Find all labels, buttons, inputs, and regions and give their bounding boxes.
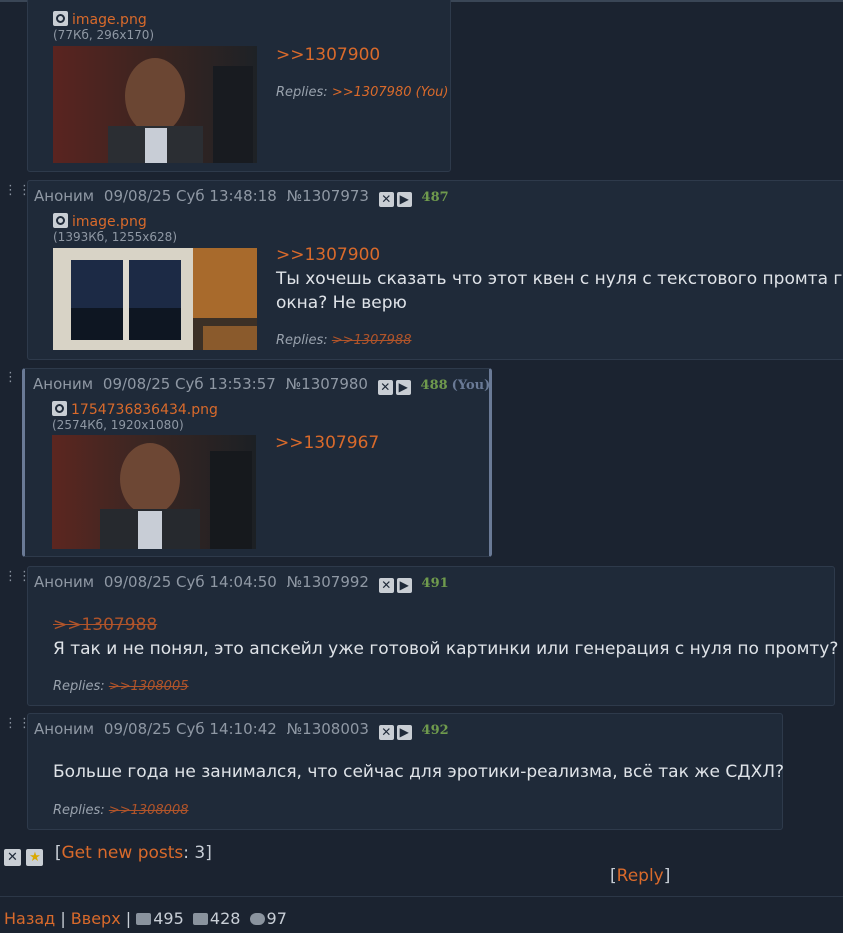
- posts-count: 495: [153, 909, 184, 928]
- post-replies: Replies: >>1308005: [53, 679, 189, 694]
- hide-icon[interactable]: ✕: [378, 725, 394, 740]
- post-header: Аноним 09/08/25 Суб 14:04:50 №1307992 ✕ ▶…: [34, 573, 449, 593]
- post-1307980: Аноним 09/08/25 Суб 13:53:57 №1307980 ✕ ▶…: [22, 368, 492, 557]
- images-count: 428: [209, 909, 241, 928]
- magnify-icon[interactable]: [52, 401, 67, 416]
- hide-icon[interactable]: ✕: [377, 380, 393, 395]
- hide-icon[interactable]: ✕: [378, 192, 394, 207]
- post-replies: Replies: >>1307988: [276, 333, 412, 348]
- post-replies: Replies: >>1307980 (You): [276, 85, 449, 100]
- reply-action: [Reply]: [610, 866, 671, 886]
- post-1307992: Аноним 09/08/25 Суб 14:04:50 №1307992 ✕ ▶…: [27, 566, 839, 706]
- posts-icon: [136, 913, 152, 925]
- magnify-icon[interactable]: [53, 11, 68, 26]
- author-name: Аноним: [34, 187, 95, 205]
- you-tag: (You): [451, 378, 491, 393]
- post-replies: Replies: >>1308008: [53, 803, 189, 818]
- thumbnail-image[interactable]: [52, 435, 256, 549]
- close-thread-icon[interactable]: ✕: [4, 849, 21, 866]
- post-file: image.png (1393Кб, 1255x628): [53, 213, 177, 244]
- post-quote-link[interactable]: >>1307900: [276, 43, 380, 67]
- post-count: 487: [421, 190, 449, 205]
- footer-divider: [0, 896, 843, 897]
- post-text: Ты хочешь сказать что этот квен с нуля с…: [276, 269, 843, 313]
- thumbnail-image[interactable]: [53, 248, 257, 350]
- post-number[interactable]: №1308003: [287, 720, 369, 738]
- play-icon[interactable]: ▶: [396, 578, 412, 593]
- images-icon: [192, 913, 208, 925]
- post-quote-link[interactable]: >>1307967: [275, 431, 379, 455]
- thread-actions: ✕ ★ [Get new posts: 3]: [4, 843, 212, 866]
- post-number[interactable]: №1307980: [286, 375, 368, 393]
- thumbnail-image[interactable]: [53, 46, 257, 163]
- footer-nav: Назад | Вверх | 495 428 97: [4, 909, 287, 928]
- hide-icon[interactable]: ✕: [378, 578, 394, 593]
- posters-count: 97: [266, 909, 287, 928]
- file-link[interactable]: image.png: [72, 214, 147, 230]
- up-link[interactable]: Вверх: [71, 909, 121, 928]
- reply-link[interactable]: >>1308005: [109, 679, 189, 694]
- post-count: 492: [421, 723, 449, 738]
- post-quote-link[interactable]: >>1307900: [276, 243, 380, 267]
- play-icon[interactable]: ▶: [395, 380, 411, 395]
- post-file: image.png (77Кб, 296x170): [53, 11, 154, 42]
- author-name: Аноним: [33, 375, 94, 393]
- file-link[interactable]: 1754736836434.png: [71, 402, 218, 418]
- file-info: (1393Кб, 1255x628): [53, 230, 177, 244]
- reply-link[interactable]: >>1307980 (You): [332, 85, 449, 100]
- posters-icon: [249, 913, 265, 925]
- file-info: (77Кб, 296x170): [53, 28, 155, 42]
- author-name: Аноним: [34, 573, 95, 591]
- favorite-star-icon[interactable]: ★: [26, 849, 44, 866]
- post-1307967: image.png (77Кб, 296x170) >>1307900 Repl…: [27, 0, 451, 172]
- get-new-posts-link[interactable]: Get new posts: [61, 843, 183, 863]
- magnify-icon[interactable]: [53, 213, 68, 228]
- post-1308003: Аноним 09/08/25 Суб 14:10:42 №1308003 ✕ ▶…: [27, 713, 785, 830]
- post-date: 09/08/25 Суб 13:48:18: [103, 187, 277, 205]
- new-posts-count: : 3: [183, 843, 206, 863]
- file-link[interactable]: image.png: [72, 12, 147, 28]
- post-header: Аноним 09/08/25 Суб 13:53:57 №1307980 ✕ ▶…: [33, 375, 490, 395]
- play-icon[interactable]: ▶: [396, 192, 412, 207]
- post-text: Я так и не понял, это апскейл уже готово…: [53, 639, 839, 659]
- post-1307973: Аноним 09/08/25 Суб 13:48:18 №1307973 ✕ ▶…: [27, 180, 843, 360]
- post-date: 09/08/25 Суб 13:53:57: [102, 375, 276, 393]
- post-header: Аноним 09/08/25 Суб 14:10:42 №1308003 ✕ ▶…: [34, 720, 449, 740]
- post-quote-link[interactable]: >>1307988: [53, 613, 157, 637]
- post-count: 491: [421, 576, 449, 591]
- post-number[interactable]: №1307973: [287, 187, 369, 205]
- back-link[interactable]: Назад: [4, 909, 55, 928]
- post-number[interactable]: №1307992: [287, 573, 369, 591]
- post-text: Больше года не занимался, что сейчас для…: [53, 762, 785, 782]
- post-date: 09/08/25 Суб 14:04:50: [103, 573, 277, 591]
- reply-link[interactable]: >>1307988: [332, 333, 412, 348]
- post-header: Аноним 09/08/25 Суб 13:48:18 №1307973 ✕ ▶…: [34, 187, 449, 207]
- author-name: Аноним: [34, 720, 95, 738]
- post-file: 1754736836434.png (2574Кб, 1920x1080): [52, 401, 218, 432]
- post-count: 488: [420, 378, 448, 393]
- file-info: (2574Кб, 1920x1080): [52, 418, 184, 432]
- reply-link-bottom[interactable]: Reply: [617, 866, 664, 886]
- reply-link[interactable]: >>1308008: [109, 803, 189, 818]
- play-icon[interactable]: ▶: [396, 725, 412, 740]
- post-date: 09/08/25 Суб 14:10:42: [103, 720, 277, 738]
